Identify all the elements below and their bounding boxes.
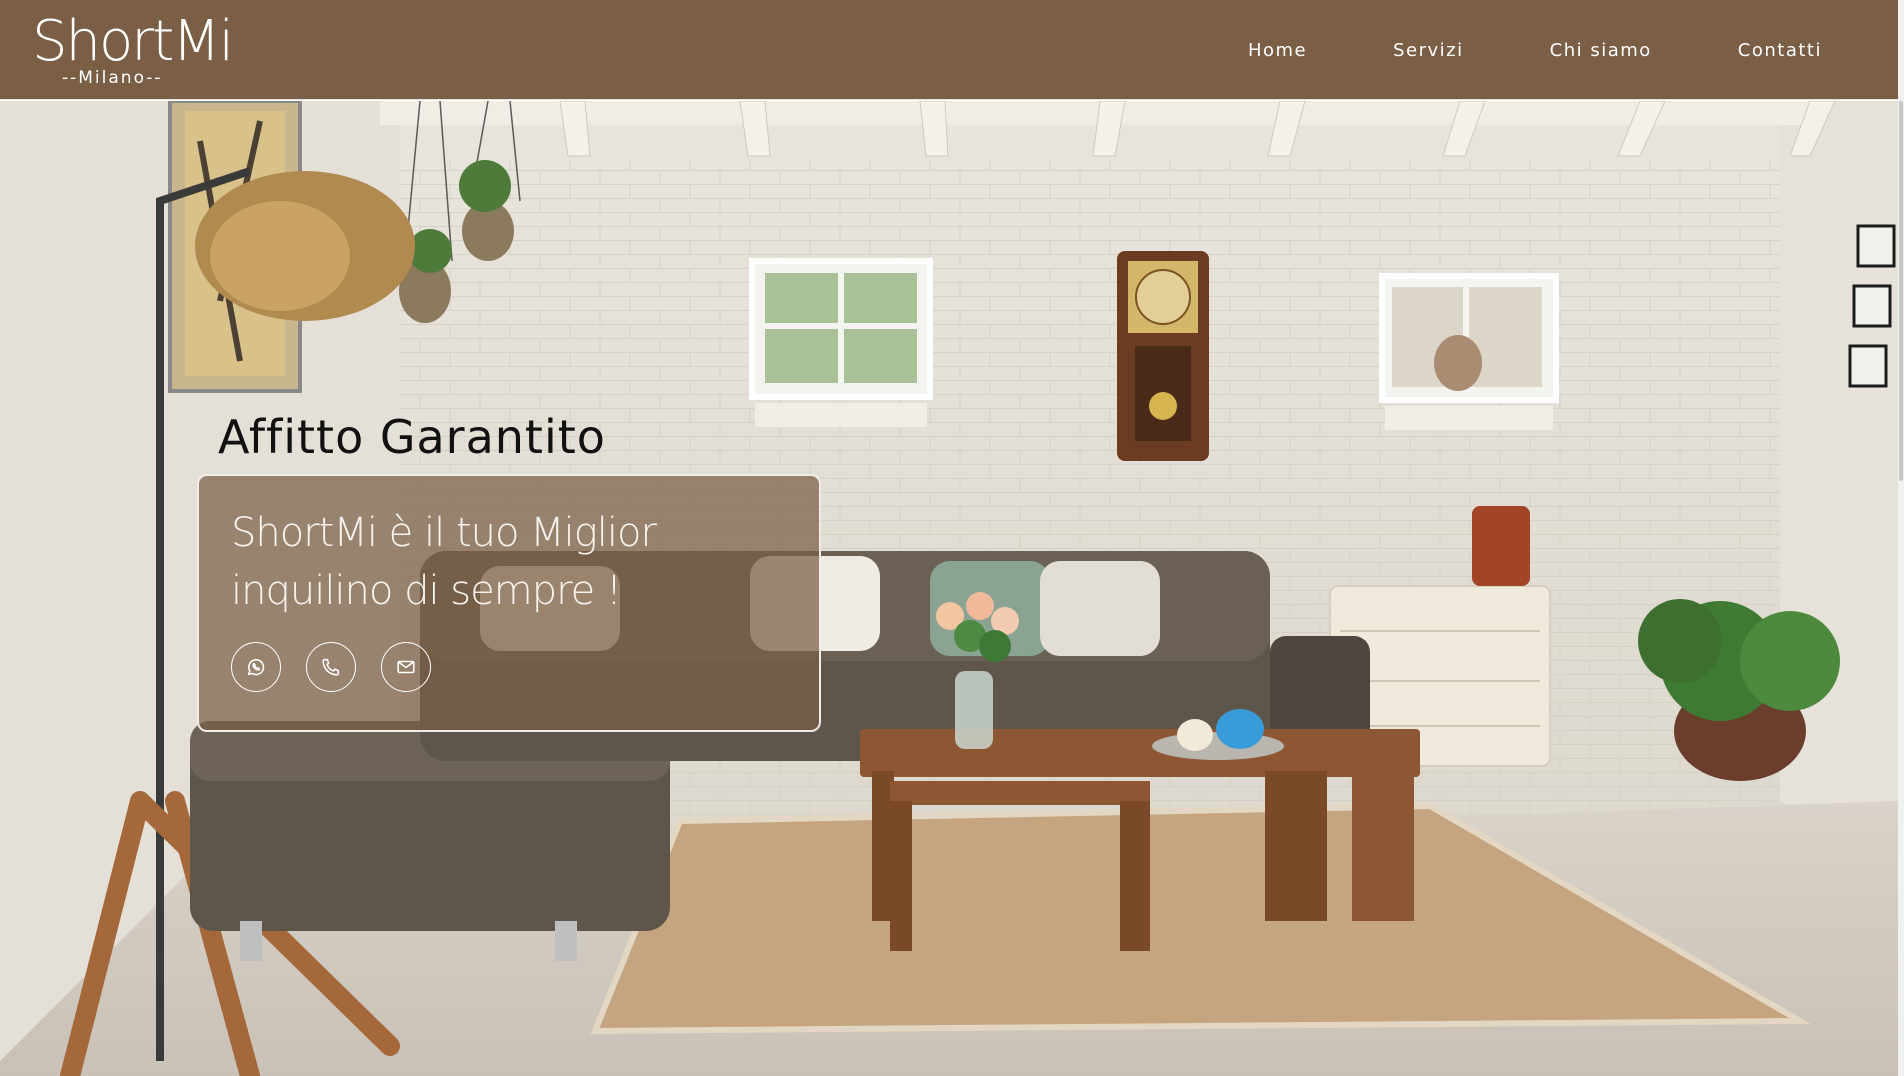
- nav-servizi[interactable]: Servizi: [1393, 40, 1464, 61]
- whatsapp-button[interactable]: [231, 642, 281, 692]
- phone-button[interactable]: [306, 642, 356, 692]
- nav-chi-siamo[interactable]: Chi siamo: [1550, 40, 1652, 61]
- site-header: ShortMi --Milano-- Home Servizi Chi siam…: [0, 0, 1898, 100]
- page-scrollbar-thumb[interactable]: [1899, 101, 1903, 481]
- logo[interactable]: ShortMi --Milano--: [32, 10, 234, 90]
- hero-card: ShortMi è il tuo Miglior inquilino di se…: [197, 474, 821, 732]
- hero-card-text: ShortMi è il tuo Miglior inquilino di se…: [231, 510, 657, 614]
- logo-subtitle: --Milano--: [62, 68, 163, 88]
- mail-icon: [397, 660, 415, 674]
- nav-contatti[interactable]: Contatti: [1738, 40, 1822, 61]
- mail-button[interactable]: [381, 642, 431, 692]
- whatsapp-icon: [247, 659, 265, 676]
- hero-title: Affitto Garantito: [218, 410, 606, 464]
- logo-text: ShortMi: [32, 9, 234, 74]
- contact-icons: [231, 642, 431, 692]
- phone-icon: [322, 658, 340, 676]
- main-nav: Home Servizi Chi siamo Contatti: [1248, 0, 1822, 100]
- nav-home[interactable]: Home: [1248, 40, 1307, 61]
